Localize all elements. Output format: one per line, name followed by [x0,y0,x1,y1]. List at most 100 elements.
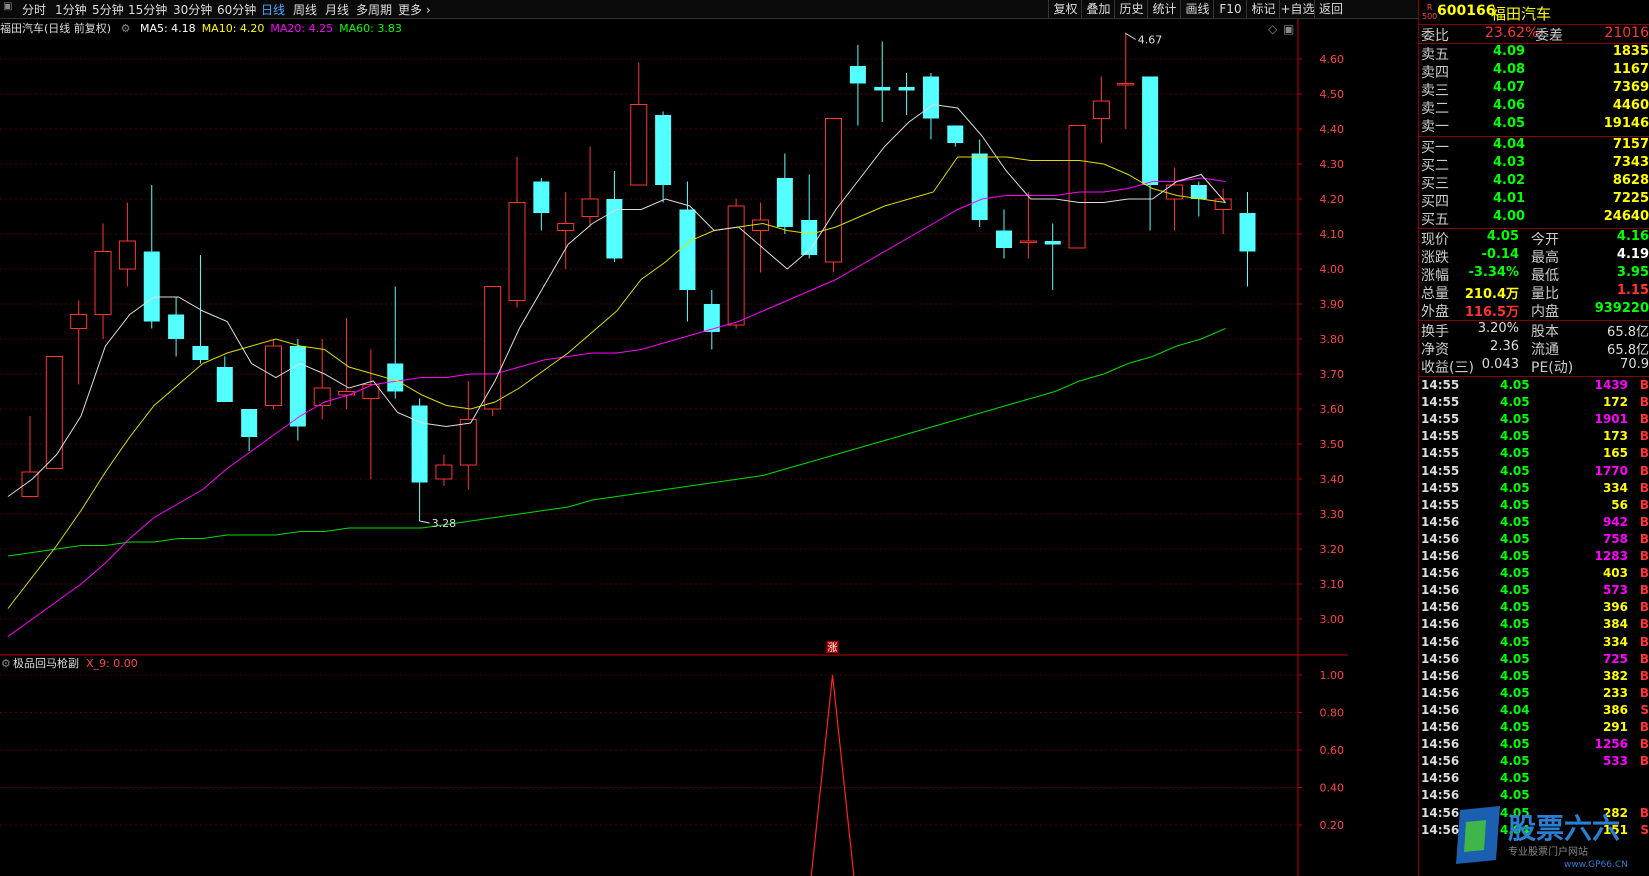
low-marker [419,520,430,524]
period-tab-10[interactable]: 更多 › [398,1,431,18]
badge: R 500 [1422,3,1438,21]
price-tick-label: 3.60 [1320,403,1345,416]
bid-price: 4.04 [1493,137,1526,152]
stat-label: 现价 [1421,232,1449,248]
tick-time: 14:55 [1421,446,1460,461]
svg-text:股票六六: 股票六六 [1508,812,1620,845]
maximize-icon[interactable]: ▣ [1283,22,1294,36]
tick-row: 14:55 4.05 1901 B [1419,412,1649,429]
price-tick-label: 4.20 [1320,193,1345,206]
toolbar-button-4[interactable]: 画线 [1180,0,1214,18]
price-tick-label: 4.10 [1320,228,1345,241]
period-tab-3[interactable]: 15分钟 [128,1,167,18]
period-tab-7[interactable]: 周线 [293,1,317,18]
stat-value: 0.043 [1481,357,1519,372]
stat-row: 涨幅 -3.34% 最低 3.95 [1419,265,1649,284]
tick-row: 14:56 4.05 725 B [1419,652,1649,669]
toolbar-button-3[interactable]: 统计 [1147,0,1181,18]
candle-body [1214,198,1232,210]
period-tab-6[interactable]: 日线 [261,1,285,18]
price-tick-label: 4.60 [1320,53,1345,66]
period-tab-4[interactable]: 30分钟 [173,1,212,18]
stat-value: -3.34% [1468,265,1520,280]
stat-label: 换手 [1421,324,1449,340]
indicator-tick-label: 0.20 [1320,819,1345,832]
tick-time: 14:55 [1421,395,1460,410]
period-tab-1[interactable]: 1分钟 [55,1,87,18]
candle-body [679,209,696,290]
tick-price: 4.05 [1500,668,1530,683]
tick-price: 4.05 [1500,566,1530,581]
toolbar-button-1[interactable]: 叠加 [1081,0,1115,18]
candle-body [168,314,185,339]
indicator-settings-icon[interactable]: ⚙ [1,657,11,670]
candlestick-chart[interactable]: 4.60 4.50 4.40 4.30 4.20 4.10 4.00 3.90 3.80 3.70… [0,19,1418,876]
bid-row: 买一 4.04 7157 [1419,137,1649,156]
tick-volume: 172 [1602,395,1628,410]
tick-row: 14:55 4.05 334 B [1419,481,1649,498]
tick-price: 4.05 [1500,446,1530,461]
tick-row: 14:56 4.05 396 B [1419,600,1649,617]
candle-body [1044,241,1061,245]
tick-time: 14:56 [1421,531,1460,546]
bid-price: 4.03 [1493,155,1526,170]
ma5-line [7,103,1226,497]
candle-body [94,251,112,315]
toolbar-button-5[interactable]: F10 [1213,0,1247,18]
stat-value: 210.4万 [1464,287,1519,302]
tick-row: 14:55 4.05 172 B [1419,395,1649,412]
tick-time: 14:56 [1421,566,1460,581]
stat-value: 2.36 [1490,339,1519,354]
ask-label: 卖五 [1421,47,1449,63]
toolbar-button-7[interactable]: +自选 [1279,0,1315,18]
tick-price: 4.05 [1500,634,1530,649]
toolbar-button-0[interactable]: 复权 [1048,0,1082,18]
bid-volume: 24640 [1603,209,1649,224]
price-tick-label: 4.00 [1320,263,1345,276]
price-tick-label: 3.10 [1320,578,1345,591]
period-tab-8[interactable]: 月线 [325,1,349,18]
tick-row: 14:56 4.05 533 B [1419,754,1649,771]
tick-volume: 1256 [1594,737,1628,752]
high-marker [1125,32,1137,40]
tick-time: 14:55 [1421,429,1460,444]
price-tick-label: 3.80 [1320,333,1345,346]
bid-volume: 7343 [1612,155,1649,170]
price-tick-label: 4.50 [1320,88,1345,101]
tick-price: 4.05 [1500,720,1530,734]
period-tab-2[interactable]: 5分钟 [92,1,124,18]
tick-side: B [1639,395,1649,410]
panel-toggle-icon[interactable]: ▣ [3,1,12,12]
stat-label: 股本 [1531,324,1559,340]
toolbar-button-6[interactable]: 标记 [1246,0,1280,18]
tick-row: 14:56 4.05 1256 B [1419,737,1649,754]
bid-label: 买二 [1421,158,1449,174]
tick-price: 4.05 [1500,737,1530,752]
toolbar-button-8[interactable]: 返回 [1314,0,1347,18]
ask-volume: 1167 [1612,62,1649,77]
candle-body [411,405,428,483]
period-toolbar: ▣ 分时 1分钟 5分钟 15分钟 30分钟 60分钟 日线 周线 月线 多周期 更多 › 复权 叠加… [0,0,1418,19]
tick-side: B [1639,412,1649,427]
tick-row: 14:56 4.05 1283 B [1419,549,1649,566]
high-label: 4.67 [1138,34,1163,47]
tick-price: 4.05 [1500,378,1530,392]
tick-volume: 56 [1611,497,1628,512]
indicator-tick-label: 0.80 [1320,707,1345,720]
tick-side: B [1639,378,1649,392]
tick-time: 14:56 [1421,617,1460,632]
signal-spike [810,674,855,876]
period-tab-9[interactable]: 多周期 [356,1,392,18]
bid-row: 买二 4.03 7343 [1419,155,1649,174]
tick-side: B [1639,531,1649,546]
stat-label: 净资 [1421,342,1449,358]
stat-value: 70.9 [1620,357,1649,372]
diamond-icon[interactable]: ◇ [1268,22,1278,36]
quote-panel: R 500 600166 福田汽车 委比 23.62% 委差 21016 卖五 4… [1418,0,1649,876]
tick-time: 14:56 [1421,720,1460,734]
toolbar-button-2[interactable]: 历史 [1114,0,1148,18]
ask-row: 卖三 4.07 7369 [1419,80,1649,99]
period-tab-5[interactable]: 60分钟 [217,1,256,18]
stat-label: 今开 [1531,232,1559,248]
period-tab-0[interactable]: 分时 [22,1,46,18]
